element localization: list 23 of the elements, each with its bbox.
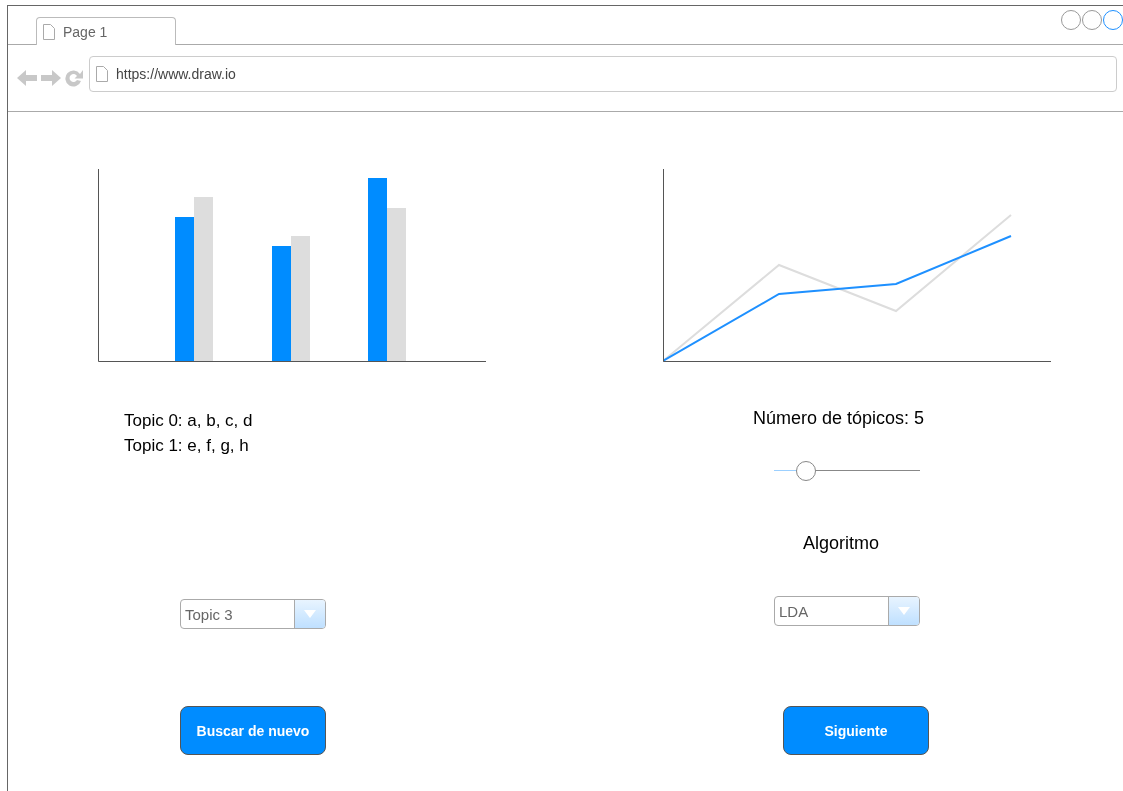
dropdown-value: Topic 3 xyxy=(185,605,233,623)
reload-icon[interactable] xyxy=(65,69,83,87)
next-button[interactable]: Siguiente xyxy=(783,706,929,755)
address-bar[interactable]: https://www.draw.io xyxy=(89,56,1117,92)
topics-slider[interactable] xyxy=(774,461,920,481)
slider-thumb[interactable] xyxy=(796,461,817,481)
search-again-button[interactable]: Buscar de nuevo xyxy=(180,706,326,755)
browser-tab[interactable]: Page 1 xyxy=(36,17,176,45)
algorithm-label: Algoritmo xyxy=(803,533,880,554)
topics-count-label: Número de tópicos: 5 xyxy=(753,408,925,429)
dropdown-arrow-icon xyxy=(898,607,910,615)
topic-line: Topic 1: e, f, g, h xyxy=(124,435,250,457)
dropdown-value: LDA xyxy=(779,602,809,620)
topic-dropdown[interactable]: Topic 3 xyxy=(180,599,326,629)
forward-icon[interactable] xyxy=(41,69,61,87)
page-icon xyxy=(43,23,55,40)
dropdown-arrow-icon xyxy=(304,610,316,618)
url-text: https://www.draw.io xyxy=(116,66,236,82)
tab-title: Page 1 xyxy=(63,23,108,40)
algorithm-dropdown[interactable]: LDA xyxy=(774,596,920,626)
back-icon[interactable] xyxy=(17,69,37,87)
page-icon xyxy=(96,66,108,82)
topic-line: Topic 0: a, b, c, d xyxy=(124,410,254,432)
